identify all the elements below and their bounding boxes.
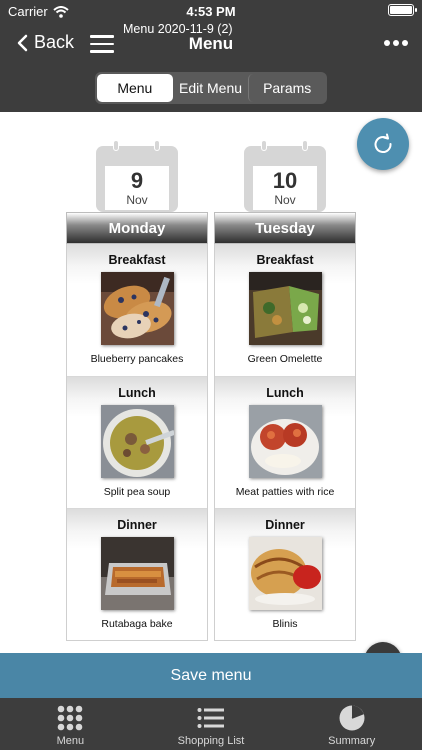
meal-list: Breakfast Green Omelette Lunch Meat patt… <box>214 244 356 641</box>
navigation-bar: Back Menu 2020-11-9 (2) Menu Menu Edit M… <box>0 22 422 112</box>
view-segmented-control: Menu Edit Menu Params <box>95 72 327 104</box>
dish-name: Green Omelette <box>247 353 323 365</box>
dish-photo-meat-patties <box>248 405 322 478</box>
meal-name: Lunch <box>266 386 304 400</box>
segment-edit-menu[interactable]: Edit Menu <box>173 74 249 102</box>
tab-summary[interactable]: Summary <box>281 698 422 750</box>
dish-name: Split pea soup <box>103 486 171 498</box>
segment-params[interactable]: Params <box>248 74 325 102</box>
save-menu-button[interactable]: Save menu <box>0 653 422 698</box>
meal-cell-lunch[interactable]: Lunch Meat patties with rice <box>215 376 355 508</box>
meal-cell-dinner[interactable]: Dinner Blinis <box>215 508 355 640</box>
tab-shopping-list[interactable]: Shopping List <box>141 698 282 750</box>
meal-name: Lunch <box>118 386 156 400</box>
tab-label: Menu <box>56 735 85 747</box>
meal-cell-breakfast[interactable]: Breakfast Blueberry pancakes <box>67 244 207 376</box>
dish-name: Blinis <box>272 618 298 630</box>
status-time: 4:53 PM <box>186 4 236 19</box>
battery-icon <box>388 4 417 16</box>
dish-photo-blinis <box>248 537 322 610</box>
tab-bar: Menu Shopping List Summary <box>0 698 422 750</box>
meal-name: Breakfast <box>108 253 166 267</box>
grid-icon <box>58 705 83 731</box>
meal-name: Breakfast <box>256 253 314 267</box>
day-column-tuesday: 10 Nov Tuesday Breakfast Green Omelette <box>214 140 356 641</box>
more-options-icon[interactable] <box>384 40 408 46</box>
meal-name: Dinner <box>117 518 157 532</box>
meal-cell-dinner[interactable]: Dinner Rutabaga bake <box>67 508 207 640</box>
list-icon <box>197 708 224 728</box>
tab-label: Shopping List <box>177 735 245 747</box>
dish-name: Blueberry pancakes <box>90 353 184 365</box>
weekday-header: Monday <box>66 212 208 244</box>
weekday-header: Tuesday <box>214 212 356 244</box>
calendar-icon: 9 Nov <box>96 140 178 212</box>
meal-list: Breakfast Blueberry pancakes Lunch Split… <box>66 244 208 641</box>
calendar-month: Nov <box>126 193 148 207</box>
meal-cell-lunch[interactable]: Lunch Split pea soup <box>67 376 207 508</box>
segment-menu[interactable]: Menu <box>97 74 173 102</box>
pie-chart-icon <box>339 705 365 731</box>
dish-photo-pancakes <box>100 272 174 345</box>
dish-photo-pea-soup <box>100 405 174 478</box>
dish-name: Rutabaga bake <box>101 618 173 630</box>
refresh-button[interactable] <box>357 118 409 170</box>
day-column-monday: 9 Nov Monday Breakfast Blueberry pancake… <box>66 140 208 641</box>
calendar-month: Nov <box>274 193 296 207</box>
dish-photo-omelette <box>248 272 322 345</box>
tab-label: Summary <box>328 735 376 747</box>
meal-cell-breakfast[interactable]: Breakfast Green Omelette <box>215 244 355 376</box>
calendar-day-number: 10 <box>272 168 298 193</box>
dish-name: Meat patties with rice <box>235 486 335 498</box>
status-bar: Carrier 4:53 PM <box>0 0 422 22</box>
calendar-day-number: 9 <box>130 168 144 193</box>
refresh-icon <box>374 133 392 153</box>
tab-menu[interactable]: Menu <box>0 698 141 750</box>
page-title: Menu <box>188 34 234 53</box>
dish-photo-rutabaga-bake <box>100 537 174 610</box>
meal-name: Dinner <box>265 518 305 532</box>
calendar-icon: 10 Nov <box>244 140 326 212</box>
